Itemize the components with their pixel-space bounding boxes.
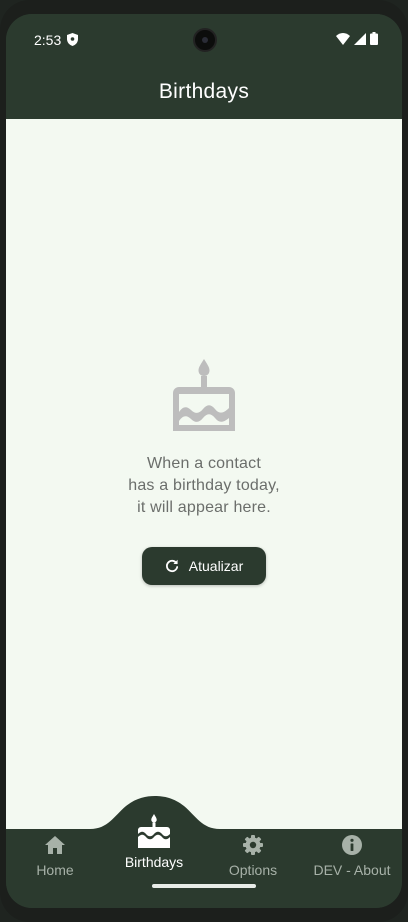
empty-message-line-2: has a birthday today, (128, 477, 280, 494)
camera-cutout (193, 28, 217, 52)
refresh-button[interactable]: Atualizar (142, 547, 266, 585)
info-icon (342, 835, 362, 855)
app-bar: Birthdays (6, 64, 402, 119)
screen: 2:53 Birthdays When a contact has a birt… (6, 14, 402, 908)
nav-label-birthdays: Birthdays (124, 854, 184, 870)
refresh-button-label: Atualizar (188, 558, 244, 574)
nav-label-options: Options (228, 862, 278, 878)
nav-item-options[interactable]: Options (204, 830, 302, 890)
home-indicator[interactable] (152, 884, 256, 888)
nav-item-home[interactable]: Home (6, 830, 104, 890)
phone-frame: 2:53 Birthdays When a contact has a birt… (0, 0, 408, 922)
battery-icon (370, 32, 378, 45)
status-bar: 2:53 (6, 14, 402, 64)
empty-state: When a contact has a birthday today, it … (6, 359, 402, 585)
empty-message-line-3: it will appear here. (137, 499, 271, 516)
home-icon (45, 836, 65, 854)
cake-icon (173, 359, 235, 431)
nav-item-about[interactable]: DEV - About (303, 830, 401, 890)
empty-message-line-1: When a contact (147, 455, 261, 472)
gear-icon (243, 835, 263, 855)
page-title: Birthdays (158, 79, 250, 103)
nav-label-home: Home (36, 862, 74, 878)
cake-icon (138, 814, 170, 848)
status-icons (336, 32, 378, 45)
main-content: When a contact has a birthday today, it … (6, 119, 402, 829)
shield-icon (67, 33, 78, 46)
nav-item-birthdays[interactable]: Birthdays (105, 814, 203, 890)
wifi-icon (336, 32, 350, 45)
status-time: 2:53 (34, 32, 62, 48)
signal-icon (354, 32, 366, 45)
nav-label-about: DEV - About (313, 862, 391, 878)
empty-message: When a contact has a birthday today, it … (128, 453, 280, 519)
refresh-icon (165, 559, 178, 573)
